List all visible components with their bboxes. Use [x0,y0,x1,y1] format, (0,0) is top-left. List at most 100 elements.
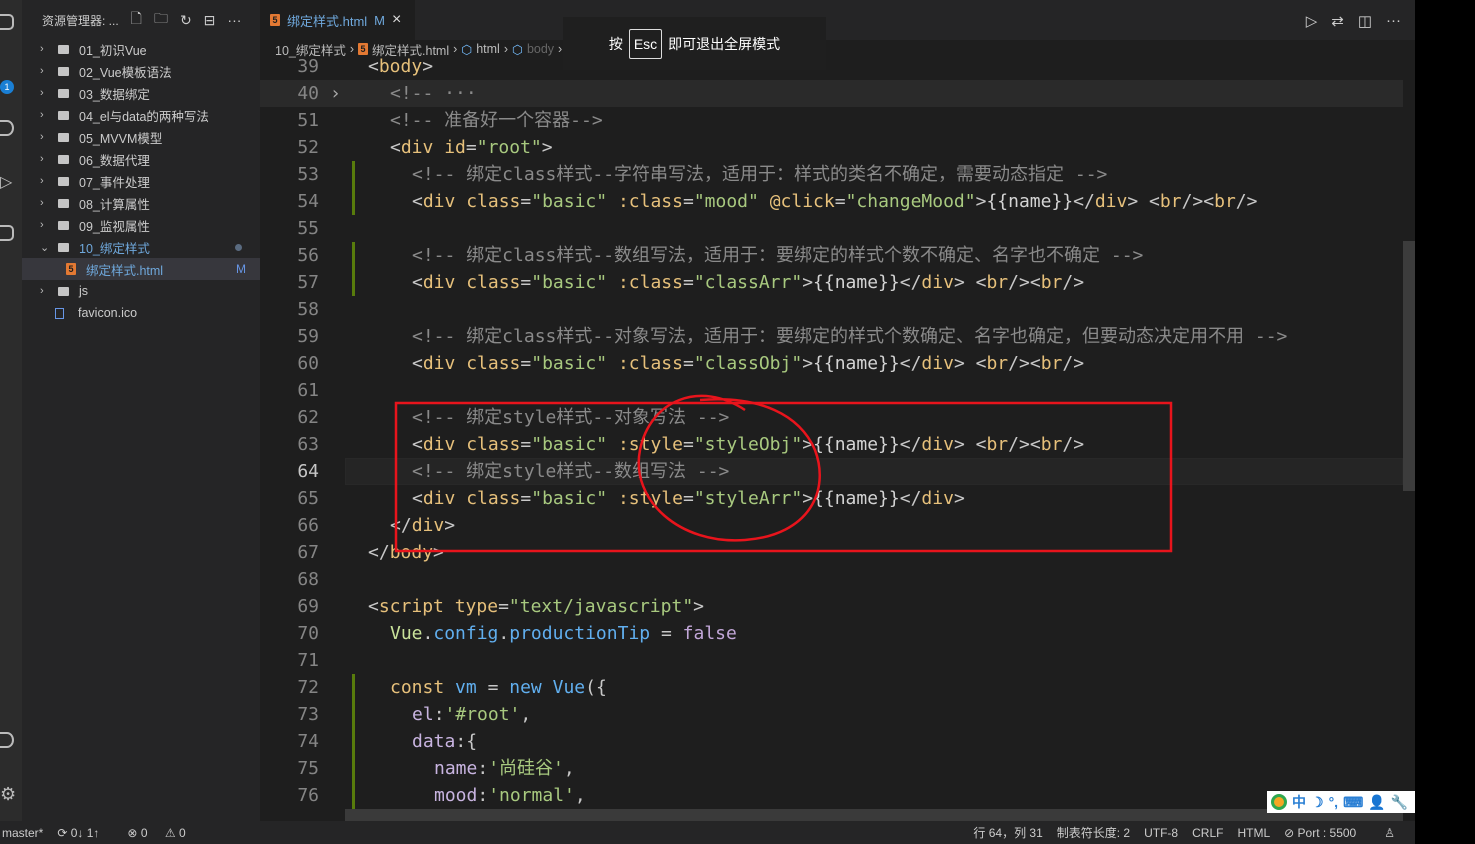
live-server-port[interactable]: ⊘ Port : 5500 [1284,826,1370,840]
code-line[interactable]: 68 [260,566,1403,593]
encoding[interactable]: UTF-8 [1144,826,1178,840]
cursor-position[interactable]: 行 64，列 31 [973,824,1042,841]
code-token: class [466,434,521,455]
code-line[interactable]: 62 <!-- 绑定style样式--对象写法 --> [260,404,1403,431]
sync-status[interactable]: ⟳ 0↓ 1↑ [57,826,113,840]
horizontal-scrollbar[interactable] [345,809,1403,821]
code-line[interactable]: 52 <div id="root"> [260,134,1403,161]
tree-item[interactable]: › 02_Vue模板语法 [22,60,260,82]
language-mode[interactable]: HTML [1237,826,1270,840]
code-line[interactable]: 61 [260,377,1403,404]
code-token: = [682,191,694,212]
code-token: "classArr" [693,272,803,293]
vertical-scrollbar[interactable] [1403,53,1415,809]
code-line[interactable]: 63 <div class="basic" :style="styleObj">{… [260,431,1403,458]
moon-icon[interactable]: ☽ [1311,794,1324,811]
code-line[interactable]: 67 </body> [260,539,1403,566]
line-number: 51 [297,110,319,131]
tab-size[interactable]: 制表符长度: 2 [1057,824,1130,841]
line-ending[interactable]: CRLF [1192,826,1223,840]
wrench-icon[interactable]: 🔧 [1391,794,1408,811]
refresh-icon[interactable]: ↻ [180,12,192,29]
branch-status[interactable]: master* [2,826,43,840]
search-icon[interactable] [0,120,14,136]
code-text: el:'#root', [412,701,531,728]
code-line[interactable]: 55 [260,215,1403,242]
code-line[interactable]: 40 › <!-- ··· [260,80,1403,107]
code-line[interactable]: 65 <div class="basic" :style="styleArr">{… [260,485,1403,512]
tree-item[interactable]: 5 绑定样式.html M [22,258,260,280]
tree-item[interactable]: › 07_事件处理 [22,170,260,192]
code-line[interactable]: 69 <script type="text/javascript"> [260,593,1403,620]
code-editor[interactable]: 39 <body> 40 › <!-- ··· 51 <!-- 准备好一个容器--> 52 <d… [260,53,1403,809]
code-line[interactable]: 71 [260,647,1403,674]
split-editor-icon[interactable]: ◫ [1358,12,1372,30]
extensions-icon[interactable] [0,225,14,241]
code-line[interactable]: 74 data:{ [260,728,1403,755]
code-line[interactable]: 66 </div> [260,512,1403,539]
more-icon[interactable]: ··· [227,12,241,28]
code-token: > [975,191,987,212]
tree-item[interactable]: › 01_初识Vue [22,38,260,60]
collapse-all-icon[interactable]: ⊟ [204,12,216,29]
code-line[interactable]: 54 <div class="basic" :class="mood" @clic… [260,188,1403,215]
folder-icon [58,242,69,252]
new-file-icon[interactable]: 🗋 [131,8,142,32]
tree-item[interactable]: › 08_计算属性 [22,192,260,214]
user-icon[interactable]: 👤 [1368,794,1385,811]
code-line[interactable]: 70 Vue.config.productionTip = false [260,620,1403,647]
tab-active-file[interactable]: 5 绑定样式.html M × [260,0,415,40]
code-line[interactable]: 39 <body> [260,53,1403,80]
code-line[interactable]: 53 <!-- 绑定class样式--字符串写法，适用于：样式的类名不确定，需要动… [260,161,1403,188]
more-actions-icon[interactable]: ··· [1386,12,1401,30]
account-icon[interactable] [0,732,14,748]
ime-logo-icon[interactable] [1271,794,1287,810]
code-token: class [466,272,521,293]
punctuation-icon[interactable]: °, [1329,794,1339,810]
explorer-icon[interactable] [0,14,14,30]
settings-gear-icon[interactable]: ⚙ [0,784,16,804]
code-token: "basic" [531,488,608,509]
tree-item[interactable]: › 04_el与data的两种写法 [22,104,260,126]
compare-icon[interactable]: ⇄ [1331,12,1344,30]
close-tab-icon[interactable]: × [392,11,401,29]
folder-icon [58,110,69,120]
code-line[interactable]: 73 el:'#root', [260,701,1403,728]
tree-item[interactable]: › js [22,280,260,302]
run-icon[interactable]: ▷ [1306,12,1318,30]
code-token: = [520,434,532,455]
tree-item[interactable]: › 05_MVVM模型 [22,126,260,148]
tree-item[interactable]: › 03_数据绑定 [22,82,260,104]
code-line[interactable]: 72 const vm = new Vue({ [260,674,1403,701]
run-debug-icon[interactable]: ▷ [0,172,14,191]
code-token: const [390,677,445,698]
tree-item-label: 05_MVVM模型 [79,131,163,146]
code-token: = [682,272,694,293]
code-line[interactable]: 75 name:'尚硅谷', [260,755,1403,782]
code-token: "root" [476,137,542,158]
tree-item[interactable]: favicon.ico [22,302,260,324]
code-line[interactable]: 57 <div class="basic" :class="classArr">{… [260,269,1403,296]
code-line[interactable]: 64 <!-- 绑定style样式--数组写法 --> [260,458,1403,485]
code-line[interactable]: 58 [260,296,1403,323]
tree-item[interactable]: ⌄ 10_绑定样式 [22,236,260,258]
code-line[interactable]: 51 <!-- 准备好一个容器--> [260,107,1403,134]
code-token: <!-- 绑定class样式--数组写法，适用于：要绑定的样式个数不确定、名字也… [412,245,1144,266]
tree-item[interactable]: › 06_数据代理 [22,148,260,170]
ime-mode[interactable]: 中 [1292,792,1306,812]
scrollbar-thumb[interactable] [1403,241,1415,491]
code-token: < [368,596,379,617]
new-folder-icon[interactable]: 🗀 [154,8,168,32]
code-line[interactable]: 59 <!-- 绑定class样式--对象写法，适用于：要绑定的样式个数确定、名字… [260,323,1403,350]
feedback-icon[interactable]: ♙ [1384,826,1395,840]
code-token: < [412,353,423,374]
code-line[interactable]: 76 mood:'normal', [260,782,1403,809]
tree-item[interactable]: › 09_监视属性 [22,214,260,236]
fold-chevron-icon[interactable]: › [330,80,341,107]
code-line[interactable]: 60 <div class="basic" :class="classObj">{… [260,350,1403,377]
code-token: Vue [390,623,423,644]
problems-status[interactable]: ⊗ 0 ⚠ 0 [127,826,199,840]
keyboard-icon[interactable]: ⌨ [1343,794,1363,811]
code-line[interactable]: 56 <!-- 绑定class样式--数组写法，适用于：要绑定的样式个数不确定、名… [260,242,1403,269]
